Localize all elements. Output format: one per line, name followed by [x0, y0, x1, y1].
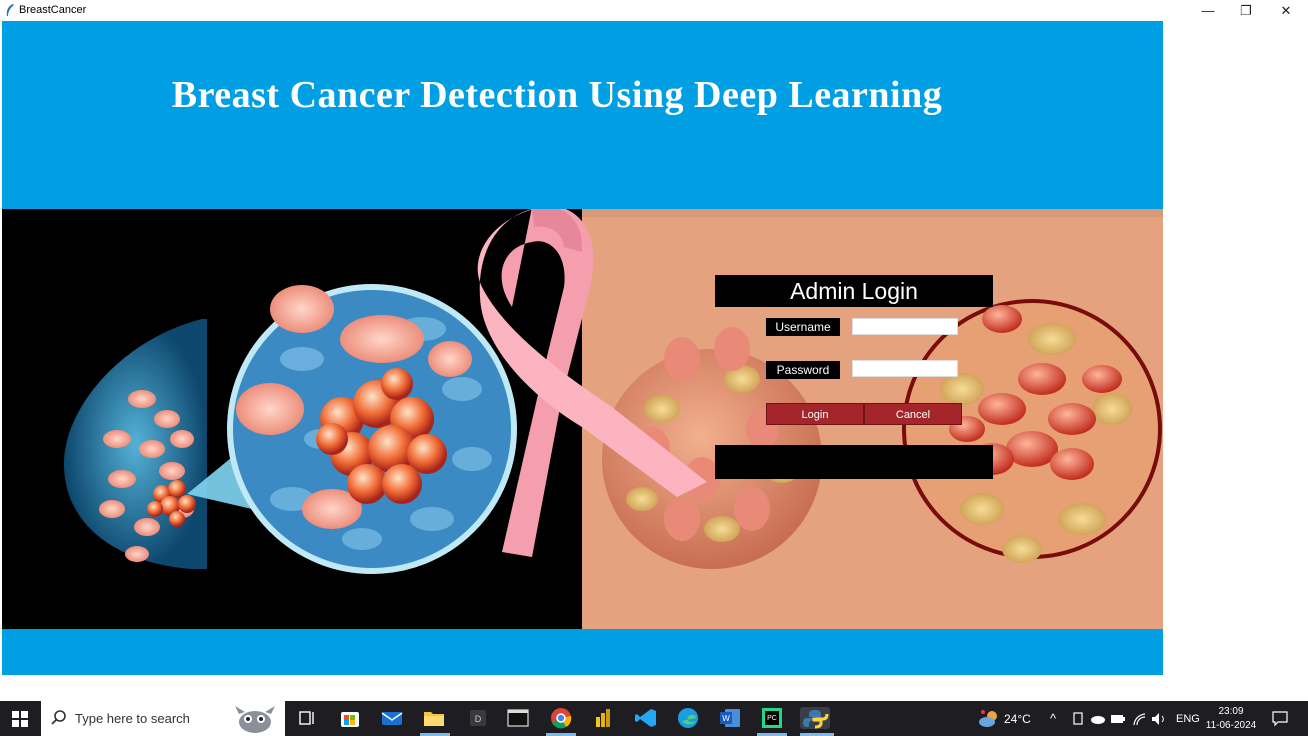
footer-banner	[2, 629, 1163, 675]
language-indicator[interactable]: ENG	[1176, 713, 1200, 725]
close-button[interactable]: ✕	[1266, 0, 1306, 21]
window-background	[1163, 21, 1308, 701]
start-button[interactable]	[0, 701, 40, 736]
vs-code-icon[interactable]	[634, 707, 658, 729]
chrome-icon[interactable]	[549, 707, 573, 729]
power-bi-icon[interactable]	[591, 707, 615, 729]
edge-icon[interactable]	[676, 707, 700, 729]
restore-icon: ❐	[1240, 2, 1252, 18]
feather-icon	[6, 4, 14, 16]
window-titlebar: BreastCancer — ❐ ✕	[0, 0, 1308, 21]
background-illustration	[2, 209, 1163, 629]
volume-icon[interactable]	[1151, 712, 1167, 726]
restore-button[interactable]: ❐	[1226, 0, 1266, 21]
search-placeholder: Type here to search	[75, 711, 190, 726]
login-title: Admin Login	[715, 275, 993, 307]
weather-temperature[interactable]: 24°C	[1004, 712, 1031, 726]
terminal-icon[interactable]	[506, 707, 530, 729]
wifi-icon[interactable]	[1132, 712, 1146, 726]
word-icon[interactable]: W	[718, 707, 742, 729]
username-label: Username	[766, 318, 840, 336]
mail-icon[interactable]	[380, 707, 404, 729]
taskbar-search-box[interactable]: Type here to search	[41, 701, 285, 736]
password-input[interactable]	[852, 360, 958, 377]
svg-text:W: W	[722, 714, 730, 723]
username-input[interactable]	[852, 318, 958, 335]
file-explorer-icon[interactable]	[422, 707, 446, 729]
app-title: Breast Cancer Detection Using Deep Learn…	[171, 74, 943, 116]
d-app-icon[interactable]: D	[466, 707, 490, 729]
pycharm-icon[interactable]: PC	[760, 707, 784, 729]
header-banner: Breast Cancer Detection Using Deep Learn…	[2, 21, 1163, 209]
clock-time: 23:09	[1218, 706, 1244, 717]
windows-icon	[12, 710, 28, 727]
chevron-up-icon[interactable]: ^	[1050, 711, 1056, 726]
clock-date: 11-06-2024	[1205, 720, 1257, 731]
weather-icon[interactable]	[978, 708, 1000, 730]
device-icon[interactable]	[1072, 712, 1084, 726]
microsoft-store-icon[interactable]	[338, 707, 362, 729]
svg-text:PC: PC	[767, 715, 777, 722]
onedrive-icon[interactable]	[1090, 713, 1106, 725]
search-icon	[51, 710, 66, 725]
close-icon: ✕	[1280, 2, 1292, 18]
login-button[interactable]: Login	[766, 403, 864, 425]
window-title: BreastCancer	[19, 4, 87, 16]
battery-icon[interactable]	[1110, 714, 1126, 724]
task-view-icon[interactable]	[296, 707, 320, 729]
search-highlight-icon	[235, 706, 275, 733]
cancel-button[interactable]: Cancel	[864, 403, 962, 425]
password-label: Password	[766, 361, 840, 379]
minimize-icon: —	[1201, 3, 1215, 18]
minimize-button[interactable]: —	[1188, 0, 1228, 21]
svg-text:D: D	[475, 714, 482, 724]
clock[interactable]: 23:09 11-06-2024	[1205, 705, 1257, 733]
python-icon[interactable]	[800, 707, 830, 729]
taskbar: Type here to search D W PC 24°C ^ ENG 23…	[0, 701, 1308, 736]
notification-icon[interactable]	[1272, 711, 1288, 727]
app-window: Breast Cancer Detection Using Deep Learn…	[0, 21, 1308, 701]
status-message	[715, 445, 993, 479]
pink-ribbon-illustration	[477, 209, 707, 557]
